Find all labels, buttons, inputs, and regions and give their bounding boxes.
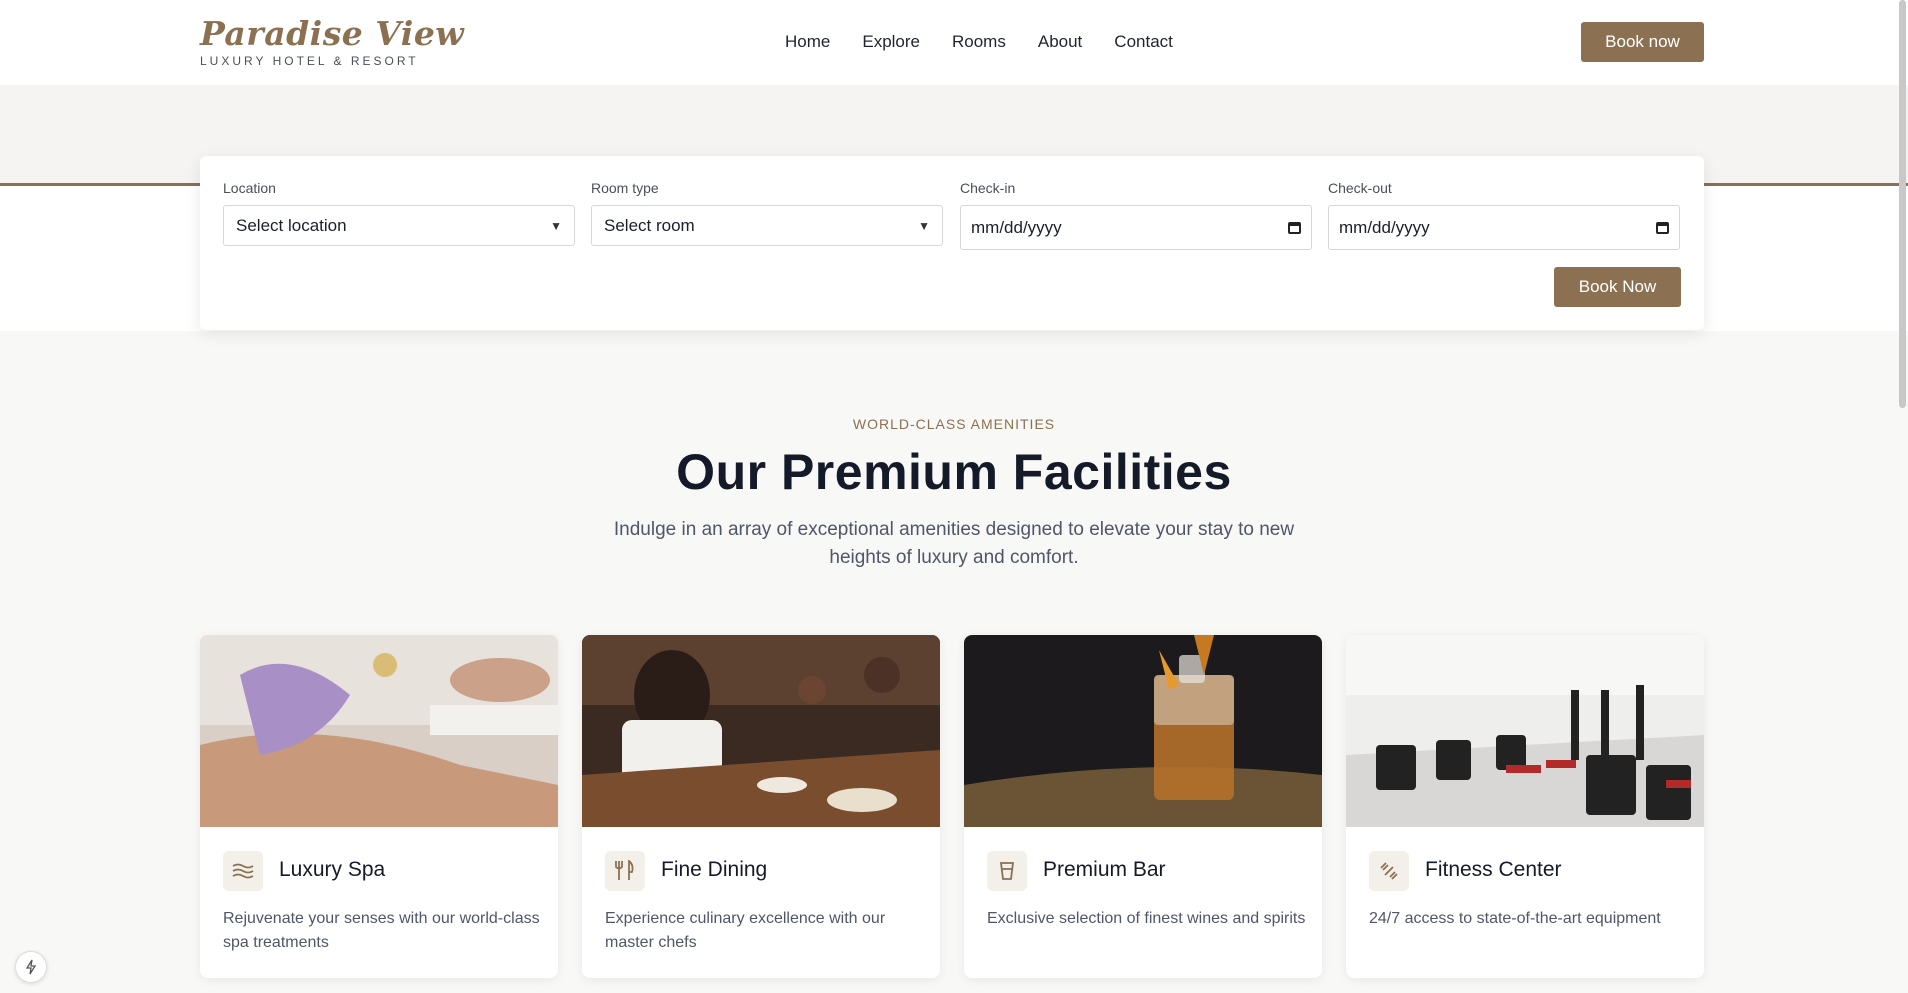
room-type-value: Select room [604, 215, 695, 235]
calendar-icon[interactable] [1656, 221, 1669, 234]
check-out-label: Check-out [1328, 180, 1392, 196]
nav-item-home[interactable]: Home [785, 31, 830, 53]
section-eyebrow: WORLD-CLASS AMENITIES [852, 416, 1056, 432]
chevron-down-icon: ▼ [918, 218, 930, 233]
nav-item-explore[interactable]: Explore [862, 31, 920, 53]
amenity-card-spa[interactable]: Luxury Spa Rejuvenate your senses with o… [200, 635, 558, 978]
brand-tagline: LUXURY HOTEL & RESORT [200, 54, 419, 68]
section-title: Our Premium Facilities [676, 444, 1232, 500]
nav-item-contact[interactable]: Contact [1114, 31, 1173, 53]
room-type-label: Room type [591, 180, 659, 196]
brand-logo[interactable]: Paradise View LUXURY HOTEL & RESORT [200, 14, 464, 68]
room-type-field: Room type Select room ▼ [591, 180, 943, 246]
page-scrollbar[interactable] [1899, 0, 1906, 408]
amenity-card-fitness[interactable]: Fitness Center 24/7 access to state-of-t… [1346, 635, 1704, 978]
location-select[interactable]: Select location ▼ [223, 205, 575, 246]
amenity-card-dining[interactable]: Fine Dining Experience culinary excellen… [582, 635, 940, 978]
section-lead: Indulge in an array of exceptional ameni… [613, 519, 1295, 568]
bar-photo [964, 635, 1322, 827]
dumbbell-icon [1369, 851, 1409, 891]
header-book-button[interactable]: Book now [1581, 22, 1704, 62]
card-description: 24/7 access to state-of-the-art equipmen… [1369, 910, 1661, 927]
check-in-field: Check-in mm/dd/yyyy [960, 180, 1312, 250]
location-field: Location Select location ▼ [223, 180, 575, 246]
card-description: Rejuvenate your senses with our world-cl… [223, 910, 540, 951]
check-in-label: Check-in [960, 180, 1016, 196]
chevron-down-icon: ▼ [550, 218, 562, 233]
waves-icon [223, 851, 263, 891]
utensils-icon [605, 851, 645, 891]
site-header: Paradise View LUXURY HOTEL & RESORT Home… [0, 0, 1908, 85]
brand-name: Paradise View [200, 14, 465, 53]
card-description: Experience culinary excellence with our … [605, 910, 886, 951]
card-title: Fitness Center [1425, 858, 1562, 881]
check-in-input[interactable]: mm/dd/yyyy [960, 205, 1312, 250]
nav-item-about[interactable]: About [1038, 31, 1082, 53]
amenity-card-bar[interactable]: Premium Bar Exclusive selection of fines… [964, 635, 1322, 978]
fitness-photo [1346, 635, 1704, 827]
glass-icon [987, 851, 1027, 891]
calendar-icon[interactable] [1288, 221, 1301, 234]
location-value: Select location [236, 215, 347, 235]
card-description: Exclusive selection of finest wines and … [987, 910, 1306, 927]
card-title: Fine Dining [661, 858, 768, 881]
book-now-button[interactable]: Book Now [1554, 267, 1681, 307]
card-title: Luxury Spa [279, 858, 386, 881]
location-label: Location [223, 180, 276, 196]
check-out-input[interactable]: mm/dd/yyyy [1328, 205, 1680, 250]
dining-photo [582, 635, 940, 827]
check-in-value: mm/dd/yyyy [971, 217, 1062, 237]
nav-item-rooms[interactable]: Rooms [952, 31, 1006, 53]
card-title: Premium Bar [1043, 858, 1166, 881]
bolt-icon[interactable] [15, 951, 47, 983]
check-out-value: mm/dd/yyyy [1339, 217, 1430, 237]
spa-photo [200, 635, 558, 827]
booking-panel: Location Select location ▼ Room type Sel… [200, 156, 1704, 330]
check-out-field: Check-out mm/dd/yyyy [1328, 180, 1680, 250]
room-type-select[interactable]: Select room ▼ [591, 205, 943, 246]
main-nav: Home Explore Rooms About Contact [785, 31, 1205, 53]
